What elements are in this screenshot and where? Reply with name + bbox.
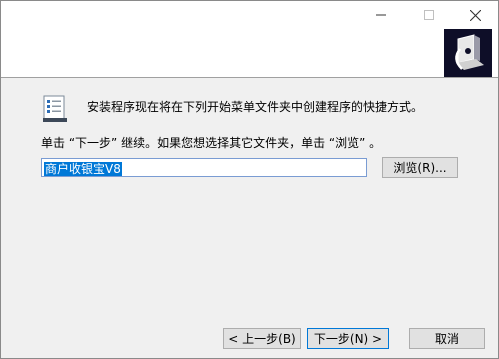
- installer-logo-icon: [444, 29, 492, 77]
- setup-wizard-window: 安装程序现在将在下列开始菜单文件夹中创建程序的快捷方式。 单击 “下一步” 继续…: [0, 0, 499, 359]
- maximize-icon: [424, 10, 434, 20]
- minimize-button[interactable]: [358, 1, 404, 29]
- instruction-text: 安装程序现在将在下列开始菜单文件夹中创建程序的快捷方式。: [87, 100, 424, 114]
- folder-name-value: 商户收银宝V8: [44, 162, 122, 176]
- close-button[interactable]: [452, 1, 498, 29]
- continue-hint-text: 单击 “下一步” 继续。如果您想选择其它文件夹，单击 “浏览” 。: [41, 136, 382, 150]
- back-button[interactable]: < 上一步(B): [223, 328, 301, 349]
- close-icon: [469, 9, 481, 21]
- next-button[interactable]: 下一步(N) >: [307, 328, 389, 349]
- maximize-button[interactable]: [406, 1, 452, 29]
- browse-button[interactable]: 浏览(R)...: [382, 157, 458, 178]
- start-menu-folder-input[interactable]: 商户收银宝V8: [41, 158, 367, 177]
- wizard-header: [1, 1, 498, 77]
- minimize-icon: [376, 14, 386, 16]
- cancel-button[interactable]: 取消: [409, 328, 485, 349]
- start-menu-folder-icon: [41, 94, 71, 124]
